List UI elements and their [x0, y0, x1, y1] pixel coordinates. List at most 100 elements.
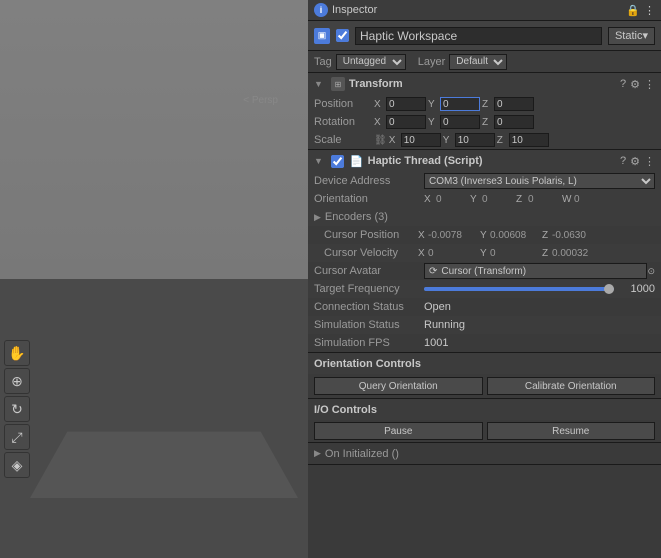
orientation-z-label: Z: [516, 194, 526, 205]
left-toolbar: ✋ ⊕ ↻ ⤢ ◈: [4, 340, 30, 478]
target-frequency-value: 1000: [620, 283, 655, 295]
orientation-label: Orientation: [314, 193, 424, 205]
cursor-velocity-xyz: X 0 Y 0 Z 0.00032: [418, 248, 602, 259]
rect-tool-button[interactable]: ◈: [4, 452, 30, 478]
position-xyz: X Y Z: [374, 97, 655, 111]
cursor-vel-x-label: X: [418, 248, 426, 259]
rotation-z-label: Z: [482, 117, 492, 128]
move-tool-button[interactable]: ⊕: [4, 368, 30, 394]
encoders-label: Encoders (3): [325, 211, 388, 223]
simulation-status-value: Running: [424, 319, 465, 331]
rotation-z-input[interactable]: [494, 115, 534, 129]
rotation-y-label: Y: [428, 117, 438, 128]
cursor-position-xyz: X -0.0078 Y 0.00608 Z -0.0630: [418, 230, 602, 241]
haptic-thread-header-icons: ? ⚙ ⋮: [620, 155, 655, 168]
target-frequency-slider-thumb[interactable]: [604, 284, 614, 294]
cursor-avatar-pick-icon[interactable]: ⊙: [647, 266, 655, 277]
scene-floor: [30, 432, 298, 498]
rotation-y-input[interactable]: [440, 115, 480, 129]
device-address-select[interactable]: COM3 (Inverse3 Louis Polaris, L): [424, 173, 655, 189]
layer-select[interactable]: Default: [449, 54, 507, 70]
gameobject-active-checkbox[interactable]: [336, 29, 349, 42]
resume-button[interactable]: Resume: [487, 422, 656, 440]
orientation-row: Orientation X 0 Y 0 Z 0 W 0: [308, 190, 661, 208]
inspector-content[interactable]: ▼ ⊞ Transform ? ⚙ ⋮ Position X Y Z: [308, 73, 661, 558]
inspector-info-icon: i: [314, 3, 328, 17]
connection-status-value: Open: [424, 301, 451, 313]
query-orientation-button[interactable]: Query Orientation: [314, 377, 483, 395]
scale-y-label: Y: [443, 135, 453, 146]
rotation-x-input[interactable]: [386, 115, 426, 129]
orientation-y-val: 0: [482, 194, 514, 205]
hand-tool-button[interactable]: ✋: [4, 340, 30, 366]
cursor-avatar-field: ⟳ Cursor (Transform): [424, 263, 647, 279]
target-frequency-slider-track[interactable]: [424, 287, 614, 291]
scale-z-label: Z: [497, 135, 507, 146]
scale-y-input[interactable]: [455, 133, 495, 147]
cursor-avatar-row: Cursor Avatar ⟳ Cursor (Transform) ⊙: [308, 262, 661, 280]
transform-header[interactable]: ▼ ⊞ Transform ? ⚙ ⋮: [308, 73, 661, 95]
simulation-fps-value: 1001: [424, 337, 448, 349]
orientation-w-label: W: [562, 194, 572, 205]
haptic-thread-collapse-icon: ▼: [314, 156, 323, 166]
orientation-w-val: 0: [574, 194, 606, 205]
position-z-input[interactable]: [494, 97, 534, 111]
scale-row: Scale ⛓ X Y Z: [308, 131, 661, 149]
transform-settings-icon[interactable]: ⚙: [630, 78, 640, 91]
encoders-row[interactable]: ▶ Encoders (3): [308, 208, 661, 226]
scale-xyz: X Y Z: [389, 133, 655, 147]
simulation-fps-label: Simulation FPS: [314, 337, 424, 349]
cursor-avatar-transform-icon: ⟳: [429, 266, 437, 277]
cursor-vel-z-label: Z: [542, 248, 550, 259]
position-z-label: Z: [482, 99, 492, 110]
static-badge[interactable]: Static ▾: [608, 27, 655, 45]
transform-help-icon[interactable]: ?: [620, 78, 626, 91]
lock-icon[interactable]: 🔒: [626, 4, 640, 17]
transform-icon: ⊞: [331, 77, 345, 91]
gameobject-name-input[interactable]: [355, 27, 602, 45]
io-controls-title: I/O Controls: [314, 404, 377, 416]
connection-status-label: Connection Status: [314, 301, 424, 313]
device-address-field: Device Address COM3 (Inverse3 Louis Pola…: [308, 172, 661, 190]
position-x-label: X: [374, 99, 384, 110]
haptic-thread-enable-checkbox[interactable]: [331, 155, 344, 168]
menu-icon[interactable]: ⋮: [644, 4, 655, 17]
position-y-input[interactable]: [440, 97, 480, 111]
haptic-thread-settings-icon[interactable]: ⚙: [630, 155, 640, 168]
on-initialized-label: On Initialized (): [325, 448, 399, 460]
simulation-fps-row: Simulation FPS 1001: [308, 334, 661, 352]
scale-label: Scale: [314, 134, 374, 146]
tag-select[interactable]: Untagged: [336, 54, 406, 70]
haptic-thread-section: ▼ 📄 Haptic Thread (Script) ? ⚙ ⋮ Device …: [308, 150, 661, 465]
scale-x-input[interactable]: [401, 133, 441, 147]
haptic-thread-menu-icon[interactable]: ⋮: [644, 155, 655, 168]
scale-z-input[interactable]: [509, 133, 549, 147]
haptic-thread-title: Haptic Thread (Script): [368, 155, 616, 167]
script-icon: 📄: [350, 155, 364, 168]
rotate-tool-button[interactable]: ↻: [4, 396, 30, 422]
position-x-input[interactable]: [386, 97, 426, 111]
orientation-x-label: X: [424, 194, 434, 205]
simulation-status-label: Simulation Status: [314, 319, 424, 331]
cursor-position-label: Cursor Position: [324, 229, 418, 241]
cursor-avatar-value: Cursor (Transform): [441, 266, 526, 277]
position-label: Position: [314, 98, 374, 110]
cursor-pos-x-label: X: [418, 230, 426, 241]
haptic-thread-header[interactable]: ▼ 📄 Haptic Thread (Script) ? ⚙ ⋮: [308, 150, 661, 172]
tag-layer-row: Tag Untagged Layer Default: [308, 51, 661, 73]
haptic-thread-help-icon[interactable]: ?: [620, 155, 626, 168]
orientation-z-val: 0: [528, 194, 560, 205]
cursor-pos-z-label: Z: [542, 230, 550, 241]
scale-tool-button[interactable]: ⤢: [4, 424, 30, 450]
calibrate-orientation-button[interactable]: Calibrate Orientation: [487, 377, 656, 395]
layer-label: Layer: [418, 56, 446, 68]
pause-button[interactable]: Pause: [314, 422, 483, 440]
cursor-avatar-label: Cursor Avatar: [314, 265, 424, 277]
transform-section: ▼ ⊞ Transform ? ⚙ ⋮ Position X Y Z: [308, 73, 661, 150]
io-controls-buttons: Pause Resume: [308, 420, 661, 442]
inspector-title: Inspector: [332, 4, 626, 16]
cursor-pos-y-label: Y: [480, 230, 488, 241]
connection-status-row: Connection Status Open: [308, 298, 661, 316]
target-frequency-row: Target Frequency 1000: [308, 280, 661, 298]
transform-menu-icon[interactable]: ⋮: [644, 78, 655, 91]
